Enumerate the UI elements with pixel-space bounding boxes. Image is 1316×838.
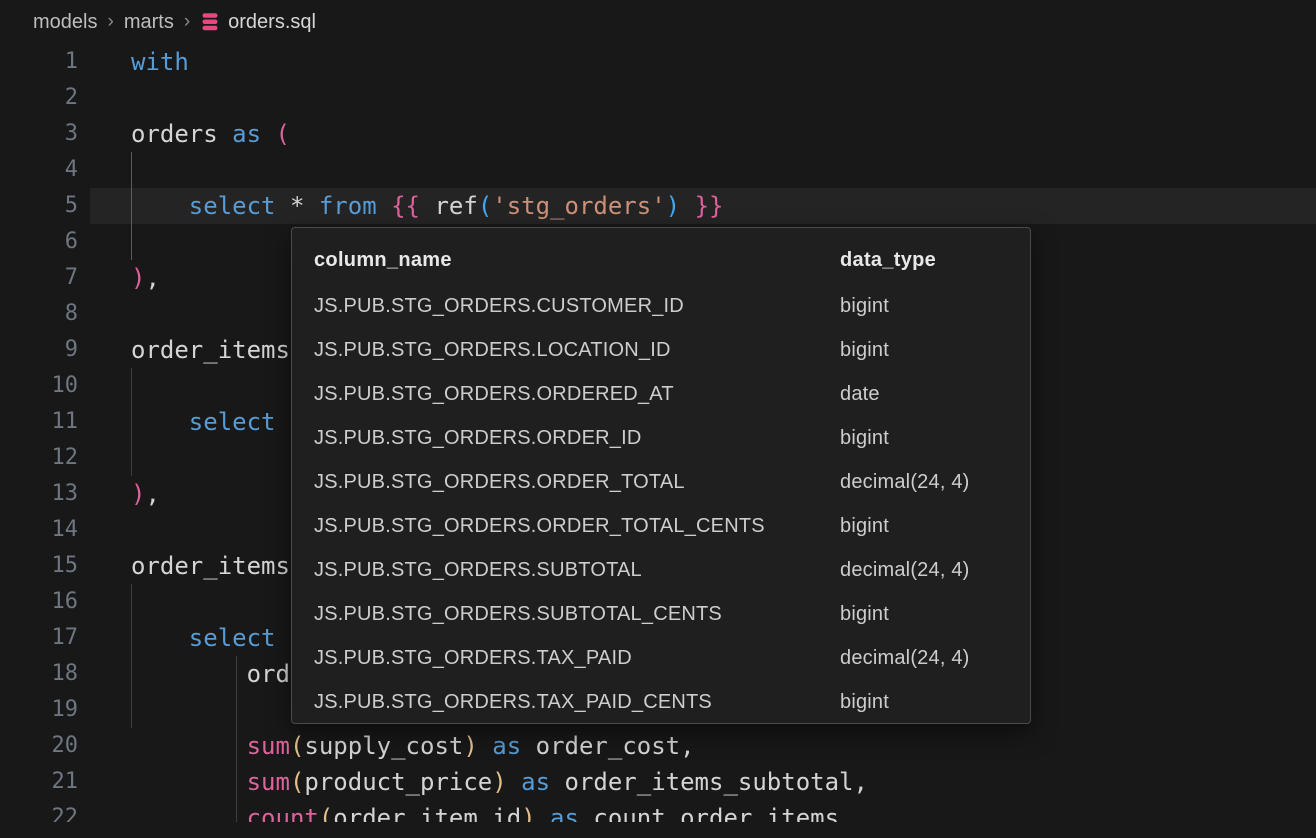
code-text: sum(product_price) as order_items_subtot…: [131, 764, 868, 800]
line-number: 1: [0, 44, 78, 80]
code-line-1[interactable]: 1 with: [0, 44, 1316, 80]
breadcrumb-item-marts[interactable]: marts: [124, 11, 174, 34]
line-number: 8: [0, 296, 78, 332]
code-text: select: [131, 620, 276, 656]
schema-row: JS.PUB.STG_ORDERS.ORDER_IDbigint: [314, 416, 1008, 460]
schema-row: JS.PUB.STG_ORDERS.TAX_PAID_CENTSbigint: [314, 680, 1008, 724]
column-name-cell: JS.PUB.STG_ORDERS.SUBTOTAL_CENTS: [314, 603, 840, 626]
code-text: select: [131, 404, 276, 440]
code-line-3[interactable]: 3 orders as (: [0, 116, 1316, 152]
line-number: 19: [0, 692, 78, 728]
line-number: 15: [0, 548, 78, 584]
popup-header-column-name: column_name: [314, 249, 840, 272]
data-type-cell: decimal(24, 4): [840, 559, 1008, 582]
line-number: 10: [0, 368, 78, 404]
breadcrumb-separator: ›: [107, 11, 113, 33]
bottom-clip: [0, 822, 1316, 838]
line-number: 5: [0, 188, 78, 224]
data-type-cell: bigint: [840, 603, 1008, 626]
code-editor: 1 with 23 orders as ( 45 select * from {{ re…: [0, 44, 1316, 838]
code-line-4[interactable]: 4: [0, 152, 1316, 188]
line-number: 6: [0, 224, 78, 260]
line-number: 12: [0, 440, 78, 476]
data-type-cell: bigint: [840, 515, 1008, 538]
data-type-cell: bigint: [840, 295, 1008, 318]
data-type-cell: bigint: [840, 691, 1008, 714]
data-type-cell: bigint: [840, 339, 1008, 362]
code-line-20[interactable]: 20 sum(supply_cost) as order_cost,: [0, 728, 1316, 764]
column-name-cell: JS.PUB.STG_ORDERS.TAX_PAID_CENTS: [314, 691, 840, 714]
breadcrumb: models › marts › orders.sql: [0, 0, 1316, 44]
schema-row: JS.PUB.STG_ORDERS.TAX_PAIDdecimal(24, 4): [314, 636, 1008, 680]
line-number: 18: [0, 656, 78, 692]
code-line-2[interactable]: 2: [0, 80, 1316, 116]
schema-row: JS.PUB.STG_ORDERS.ORDER_TOTAL_CENTSbigin…: [314, 504, 1008, 548]
schema-rows: JS.PUB.STG_ORDERS.CUSTOMER_IDbigintJS.PU…: [314, 284, 1008, 724]
line-number: 2: [0, 80, 78, 116]
line-number: 13: [0, 476, 78, 512]
database-icon: [200, 12, 220, 32]
column-name-cell: JS.PUB.STG_ORDERS.CUSTOMER_ID: [314, 295, 840, 318]
breadcrumb-item-file[interactable]: orders.sql: [228, 11, 316, 34]
line-number: 20: [0, 728, 78, 764]
column-name-cell: JS.PUB.STG_ORDERS.SUBTOTAL: [314, 559, 840, 582]
line-number: 16: [0, 584, 78, 620]
schema-row: JS.PUB.STG_ORDERS.CUSTOMER_IDbigint: [314, 284, 1008, 328]
popup-header-data-type: data_type: [840, 249, 1008, 272]
data-type-cell: bigint: [840, 427, 1008, 450]
code-text: order_items: [131, 548, 290, 584]
code-text: select * from {{ ref('stg_orders') }}: [131, 188, 723, 224]
schema-row: JS.PUB.STG_ORDERS.LOCATION_IDbigint: [314, 328, 1008, 372]
schema-popup-header: column_name data_type: [314, 236, 1008, 284]
line-number: 4: [0, 152, 78, 188]
line-number: 7: [0, 260, 78, 296]
schema-row: JS.PUB.STG_ORDERS.ORDER_TOTALdecimal(24,…: [314, 460, 1008, 504]
line-number: 11: [0, 404, 78, 440]
code-text: ),: [131, 260, 160, 296]
data-type-cell: decimal(24, 4): [840, 471, 1008, 494]
line-number: 21: [0, 764, 78, 800]
schema-row: JS.PUB.STG_ORDERS.SUBTOTALdecimal(24, 4): [314, 548, 1008, 592]
line-number: 3: [0, 116, 78, 152]
code-text: with: [131, 44, 189, 80]
column-name-cell: JS.PUB.STG_ORDERS.ORDER_TOTAL: [314, 471, 840, 494]
code-text: ),: [131, 476, 160, 512]
breadcrumb-item-models[interactable]: models: [33, 11, 97, 34]
column-name-cell: JS.PUB.STG_ORDERS.ORDER_TOTAL_CENTS: [314, 515, 840, 538]
column-name-cell: JS.PUB.STG_ORDERS.TAX_PAID: [314, 647, 840, 670]
column-name-cell: JS.PUB.STG_ORDERS.LOCATION_ID: [314, 339, 840, 362]
column-name-cell: JS.PUB.STG_ORDERS.ORDER_ID: [314, 427, 840, 450]
data-type-cell: decimal(24, 4): [840, 647, 1008, 670]
line-number: 17: [0, 620, 78, 656]
breadcrumb-separator: ›: [184, 11, 190, 33]
schema-popup: column_name data_type JS.PUB.STG_ORDERS.…: [291, 227, 1031, 724]
code-text: sum(supply_cost) as order_cost,: [131, 728, 695, 764]
schema-row: JS.PUB.STG_ORDERS.SUBTOTAL_CENTSbigint: [314, 592, 1008, 636]
code-line-5[interactable]: 5 select * from {{ ref('stg_orders') }}: [0, 188, 1316, 224]
code-text: orders as (: [131, 116, 290, 152]
code-text: order_items: [131, 332, 290, 368]
line-number: 14: [0, 512, 78, 548]
schema-row: JS.PUB.STG_ORDERS.ORDERED_ATdate: [314, 372, 1008, 416]
column-name-cell: JS.PUB.STG_ORDERS.ORDERED_AT: [314, 383, 840, 406]
code-text: ord: [131, 656, 290, 692]
data-type-cell: date: [840, 383, 1008, 406]
code-line-21[interactable]: 21 sum(product_price) as order_items_sub…: [0, 764, 1316, 800]
line-number: 9: [0, 332, 78, 368]
